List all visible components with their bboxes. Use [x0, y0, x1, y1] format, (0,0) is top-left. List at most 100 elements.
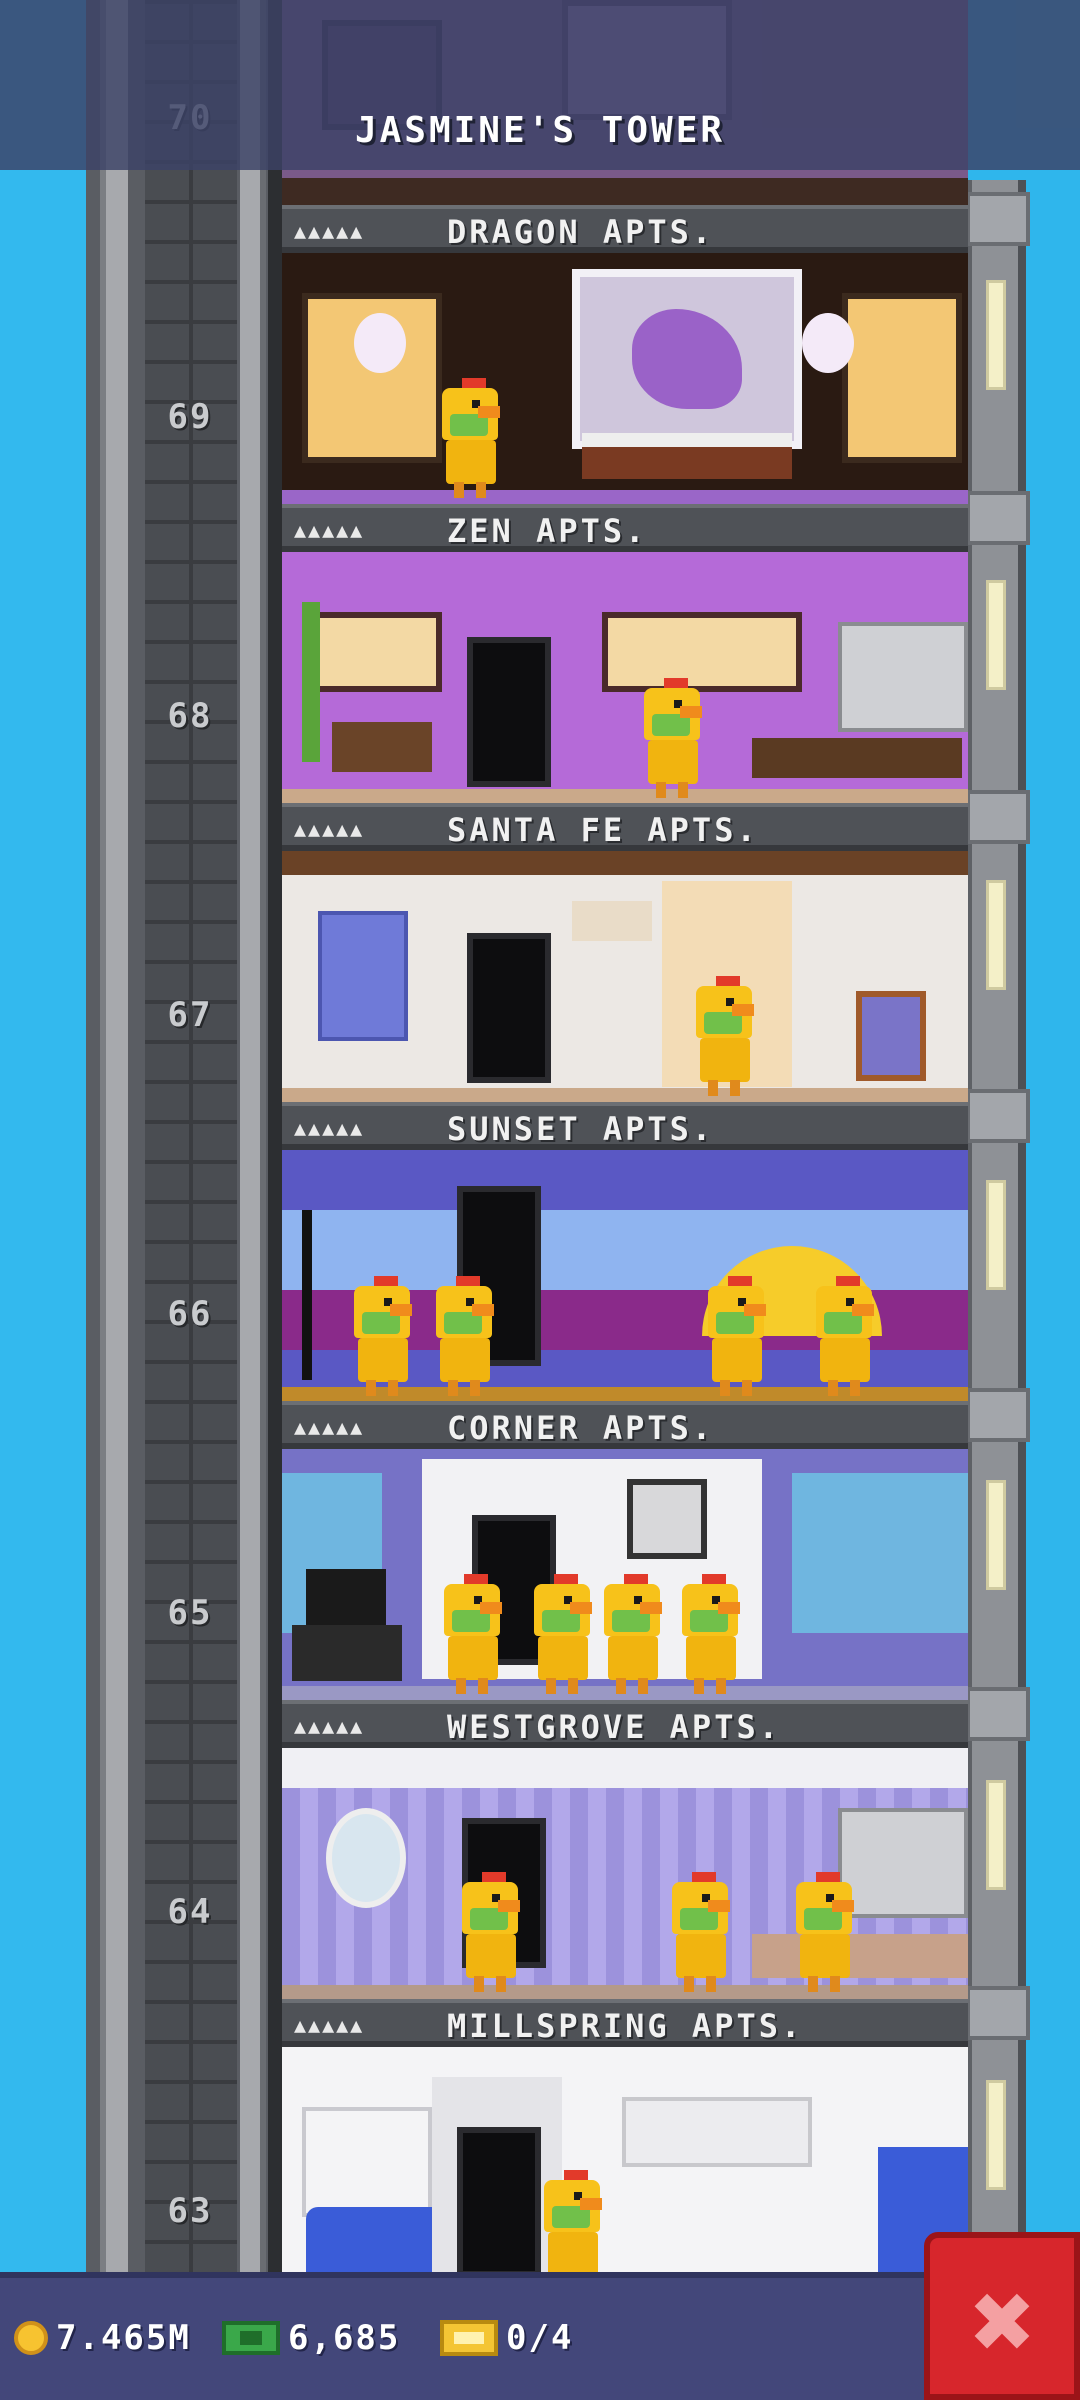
shoji-window [842, 293, 962, 463]
elevator-rail-left [100, 0, 128, 2272]
floor-sign: ▲▲▲▲▲ ZEN APTS. [282, 504, 968, 552]
floor-name: MILLSPRING APTS. [447, 2007, 804, 2045]
bitizen-character[interactable] [792, 1872, 856, 1992]
counter [752, 1934, 968, 1978]
wall-bracket [966, 790, 1030, 844]
tower-header: JASMINE'S TOWER [0, 0, 1080, 170]
coins-value: 7.465M [56, 2318, 191, 2358]
bitizen-character[interactable] [704, 1276, 768, 1396]
coins-stat[interactable]: 7.465M [14, 2310, 191, 2366]
wall-light [986, 580, 1006, 690]
wall-light [986, 880, 1006, 990]
kitchen-cabinets [622, 2097, 812, 2167]
bitizen-character[interactable] [438, 378, 502, 498]
bitizen-character[interactable] [812, 1276, 876, 1396]
floor-number-66: 66 [167, 1294, 213, 1334]
elevator-rail-right [240, 0, 266, 2272]
bitizen-character[interactable] [678, 1574, 742, 1694]
bitizen-character[interactable] [350, 1276, 414, 1396]
bitizen-character[interactable] [530, 1574, 594, 1694]
floor-sign: ▲▲▲▲▲ SUNSET APTS. [282, 1102, 968, 1150]
floor-stars: ▲▲▲▲▲ [294, 817, 365, 841]
low-table [752, 738, 962, 778]
bitizen-character[interactable] [668, 1872, 732, 1992]
floor-trim [282, 789, 968, 803]
room-zen-apts[interactable] [282, 552, 968, 803]
wall-light [986, 1480, 1006, 1590]
floor-stars: ▲▲▲▲▲ [294, 1714, 365, 1738]
bitizen-character[interactable] [458, 1872, 522, 1992]
floor-number-64: 64 [167, 1892, 213, 1932]
coin-icon [14, 2321, 48, 2355]
cherry-blossom-window [312, 612, 442, 692]
wall-rug [318, 911, 408, 1041]
floor-67[interactable]: ▲▲▲▲▲ SANTA FE APTS. [282, 803, 968, 1102]
floor-sign: ▲▲▲▲▲ CORNER APTS. [282, 1401, 968, 1449]
wall-bracket [966, 491, 1030, 545]
bamboo-plant [302, 602, 320, 762]
floor-sign: ▲▲▲▲▲ DRAGON APTS. [282, 205, 968, 253]
floor-number-69: 69 [167, 397, 213, 437]
floor-name: CORNER APTS. [447, 1409, 715, 1447]
tv-stand [292, 1625, 402, 1681]
floor-64[interactable]: ▲▲▲▲▲ WESTGROVE APTS. [282, 1700, 968, 1999]
bux-value: 6,685 [288, 2318, 401, 2358]
tickets-value: 0/4 [506, 2318, 574, 2358]
wall-bracket [966, 1687, 1030, 1741]
oval-mirror [326, 1808, 406, 1908]
bitizen-character[interactable] [440, 1574, 504, 1694]
floor-lamp [302, 1210, 312, 1380]
floor-number-67: 67 [167, 995, 213, 1035]
golden-ticket-icon [440, 2320, 498, 2356]
close-button[interactable]: ✖ [924, 2232, 1080, 2400]
bitizen-character[interactable] [640, 678, 704, 798]
armchair [856, 991, 926, 1081]
room-millspring-apts[interactable] [282, 2047, 968, 2272]
sky-left [0, 0, 90, 2400]
floor-name: DRAGON APTS. [447, 213, 715, 251]
floor-sign: ▲▲▲▲▲ MILLSPRING APTS. [282, 1999, 968, 2047]
floor-name: ZEN APTS. [447, 512, 648, 550]
apartment-door[interactable] [467, 637, 551, 787]
floor-number-65: 65 [167, 1593, 213, 1633]
apartment-door[interactable] [457, 2127, 541, 2272]
room-dragon-apts[interactable] [282, 253, 968, 504]
wall-bracket [966, 1986, 1030, 2040]
tower-bux-icon [222, 2321, 280, 2355]
room-westgrove-apts[interactable] [282, 1748, 968, 1999]
tower-title: JASMINE'S TOWER [354, 110, 726, 151]
floor-69[interactable]: ▲▲▲▲▲ DRAGON APTS. [282, 205, 968, 504]
floor-stars: ▲▲▲▲▲ [294, 518, 365, 542]
floor-sign: ▲▲▲▲▲ SANTA FE APTS. [282, 803, 968, 851]
bitizen-character[interactable] [432, 1276, 496, 1396]
floor-name: WESTGROVE APTS. [447, 1708, 781, 1746]
floor-stars: ▲▲▲▲▲ [294, 219, 365, 243]
floor-63[interactable]: ▲▲▲▲▲ MILLSPRING APTS. [282, 1999, 968, 2272]
bitizen-character[interactable] [692, 976, 756, 1096]
floor-number-68: 68 [167, 696, 213, 736]
wall-light [986, 280, 1006, 390]
bitizen-character[interactable] [600, 1574, 664, 1694]
bux-stat[interactable]: 6,685 [222, 2310, 400, 2366]
apartment-door[interactable] [467, 933, 551, 1083]
floor-68[interactable]: ▲▲▲▲▲ ZEN APTS. [282, 504, 968, 803]
tickets-stat[interactable]: 0/4 [440, 2310, 573, 2366]
wall-light [986, 1180, 1006, 1290]
wall-bracket [966, 1089, 1030, 1143]
window-view [792, 1473, 968, 1633]
kitchen-cabinets [838, 622, 968, 732]
wall-light [986, 2080, 1006, 2190]
room-santa-fe-apts[interactable] [282, 851, 968, 1102]
status-bar: 7.465M 6,685 0/4 [0, 2272, 930, 2400]
floor-number-63: 63 [167, 2191, 213, 2231]
lantern [802, 313, 854, 373]
floor-name: SUNSET APTS. [447, 1110, 715, 1148]
close-icon: ✖ [967, 2276, 1037, 2371]
wall-light [986, 1780, 1006, 1890]
skull-decor [572, 901, 652, 941]
floor-name: SANTA FE APTS. [447, 811, 759, 849]
picture-frames [627, 1479, 707, 1559]
blue-sofa [306, 2207, 446, 2272]
floor-stars: ▲▲▲▲▲ [294, 2013, 365, 2037]
tv [306, 1569, 386, 1625]
